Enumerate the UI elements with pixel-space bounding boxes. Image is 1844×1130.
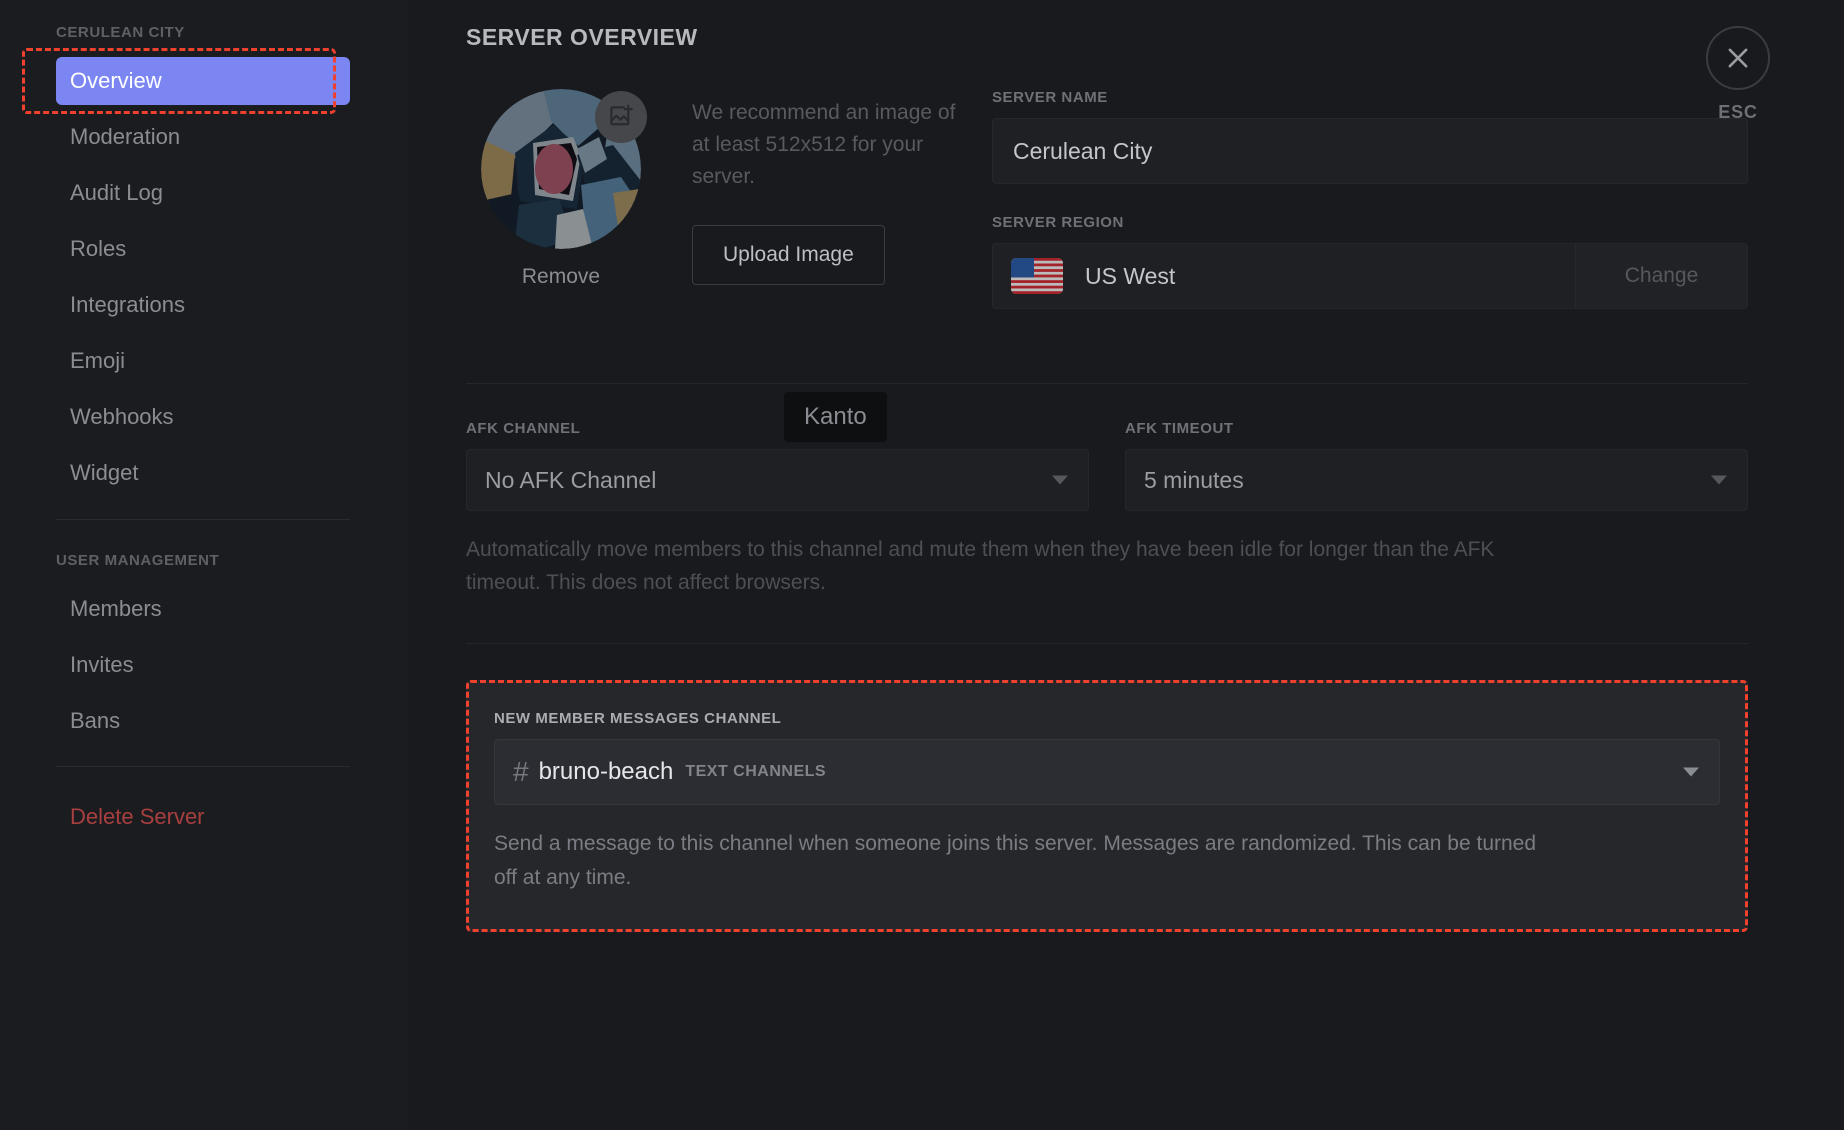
sidebar-item-label: Bans <box>70 707 121 733</box>
sidebar-item-label: Webhooks <box>70 403 174 429</box>
sidebar-item-overview[interactable]: Overview <box>56 57 350 105</box>
chevron-down-icon <box>1683 767 1699 777</box>
sidebar-item-label: Invites <box>70 651 134 677</box>
sidebar-item-emoji[interactable]: Emoji <box>56 337 350 385</box>
sidebar-item-label: Delete Server <box>70 804 205 830</box>
sidebar-divider-2 <box>56 766 350 768</box>
upload-image-button[interactable]: Upload Image <box>692 224 885 285</box>
afk-channel-label: AFK CHANNEL <box>466 420 581 437</box>
afk-hint-text: Automatically move members to this chann… <box>466 538 1495 595</box>
new-member-channel-value: bruno-beach <box>538 758 674 786</box>
server-region-label: SERVER REGION <box>992 214 1124 231</box>
server-region-box: US West Change <box>992 243 1748 309</box>
image-recommendation-text: We recommend an image of at least 512x51… <box>692 101 956 188</box>
sidebar-item-label: Overview <box>70 68 162 93</box>
new-member-channel-category: TEXT CHANNELS <box>685 763 827 781</box>
afk-channel-value: No AFK Channel <box>485 466 657 493</box>
sidebar-item-label: Audit Log <box>70 179 163 205</box>
remove-icon-button[interactable]: Remove <box>466 265 656 289</box>
us-flag-icon <box>1011 258 1063 294</box>
kanto-tooltip: Kanto <box>784 392 887 442</box>
afk-channel-select[interactable]: No AFK Channel <box>466 449 1089 511</box>
sidebar-divider-1 <box>56 518 350 520</box>
server-overview-row: Remove We recommend an image of at least… <box>466 89 1748 339</box>
new-member-channel-label: NEW MEMBER MESSAGES CHANNEL <box>494 710 782 728</box>
page-title: SERVER OVERVIEW <box>466 24 698 50</box>
server-region-value: US West <box>1085 262 1176 289</box>
server-name-label: SERVER NAME <box>992 89 1108 106</box>
sidebar-item-integrations[interactable]: Integrations <box>56 281 350 329</box>
sidebar-item-webhooks[interactable]: Webhooks <box>56 393 350 441</box>
sidebar-item-delete-server[interactable]: Delete Server <box>56 793 350 841</box>
chevron-down-icon <box>1052 475 1068 485</box>
server-fields-column: SERVER NAME SERVER REGION <box>956 89 1748 339</box>
close-icon <box>1706 26 1770 90</box>
sidebar-item-audit-log[interactable]: Audit Log <box>56 169 350 217</box>
chevron-down-icon <box>1711 475 1727 485</box>
sidebar-item-label: Members <box>70 595 162 621</box>
new-member-section-wrap: NEW MEMBER MESSAGES CHANNEL # bruno-beac… <box>466 680 1748 932</box>
sidebar-item-invites[interactable]: Invites <box>56 641 350 689</box>
sidebar-item-moderation[interactable]: Moderation <box>56 113 350 161</box>
server-settings-window: CERULEAN CITY Overview Moderation Audit … <box>0 0 1844 1130</box>
server-name-input[interactable] <box>992 118 1748 184</box>
afk-timeout-field: AFK TIMEOUT 5 minutes <box>1125 420 1748 511</box>
settings-main-panel: SERVER OVERVIEW Remove We recommend an i… <box>408 0 1844 1130</box>
sidebar-item-members[interactable]: Members <box>56 585 350 633</box>
hash-icon: # <box>513 756 529 788</box>
sidebar-item-label: Moderation <box>70 123 181 149</box>
sidebar-item-label: Roles <box>70 235 127 261</box>
sidebar-user-management-header: USER MANAGEMENT <box>56 551 220 569</box>
close-settings-button[interactable]: ESC <box>1678 26 1798 123</box>
server-icon-column: Remove <box>466 89 656 289</box>
sidebar-item-bans[interactable]: Bans <box>56 697 350 745</box>
server-name-field: SERVER NAME <box>992 89 1748 184</box>
section-divider-1 <box>466 383 1748 384</box>
add-image-icon[interactable] <box>595 91 647 143</box>
sidebar-item-label: Widget <box>70 459 139 485</box>
afk-channel-field: AFK CHANNEL No AFK Channel Kanto <box>466 392 1089 511</box>
new-member-messages-section: NEW MEMBER MESSAGES CHANNEL # bruno-beac… <box>466 680 1748 932</box>
new-member-channel-select[interactable]: # bruno-beach TEXT CHANNELS <box>494 739 1720 806</box>
image-recommendation-column: We recommend an image of at least 512x51… <box>656 89 956 285</box>
new-member-hint-text: Send a message to this channel when some… <box>494 832 1537 889</box>
afk-timeout-value: 5 minutes <box>1144 466 1244 493</box>
sidebar-item-label: Emoji <box>70 347 126 373</box>
change-region-button[interactable]: Change <box>1575 244 1747 308</box>
settings-sidebar: CERULEAN CITY Overview Moderation Audit … <box>0 0 408 1130</box>
afk-settings-row: AFK CHANNEL No AFK Channel Kanto AFK TIM… <box>466 392 1748 511</box>
sidebar-item-widget[interactable]: Widget <box>56 449 350 497</box>
section-divider-2 <box>466 643 1748 645</box>
afk-timeout-label: AFK TIMEOUT <box>1125 420 1234 437</box>
sidebar-server-header: CERULEAN CITY <box>56 24 185 41</box>
sidebar-item-label: Integrations <box>70 291 185 317</box>
afk-timeout-select[interactable]: 5 minutes <box>1125 449 1748 511</box>
server-region-field: SERVER REGION US West Change <box>992 214 1748 309</box>
esc-label: ESC <box>1718 102 1758 122</box>
sidebar-item-roles[interactable]: Roles <box>56 225 350 273</box>
